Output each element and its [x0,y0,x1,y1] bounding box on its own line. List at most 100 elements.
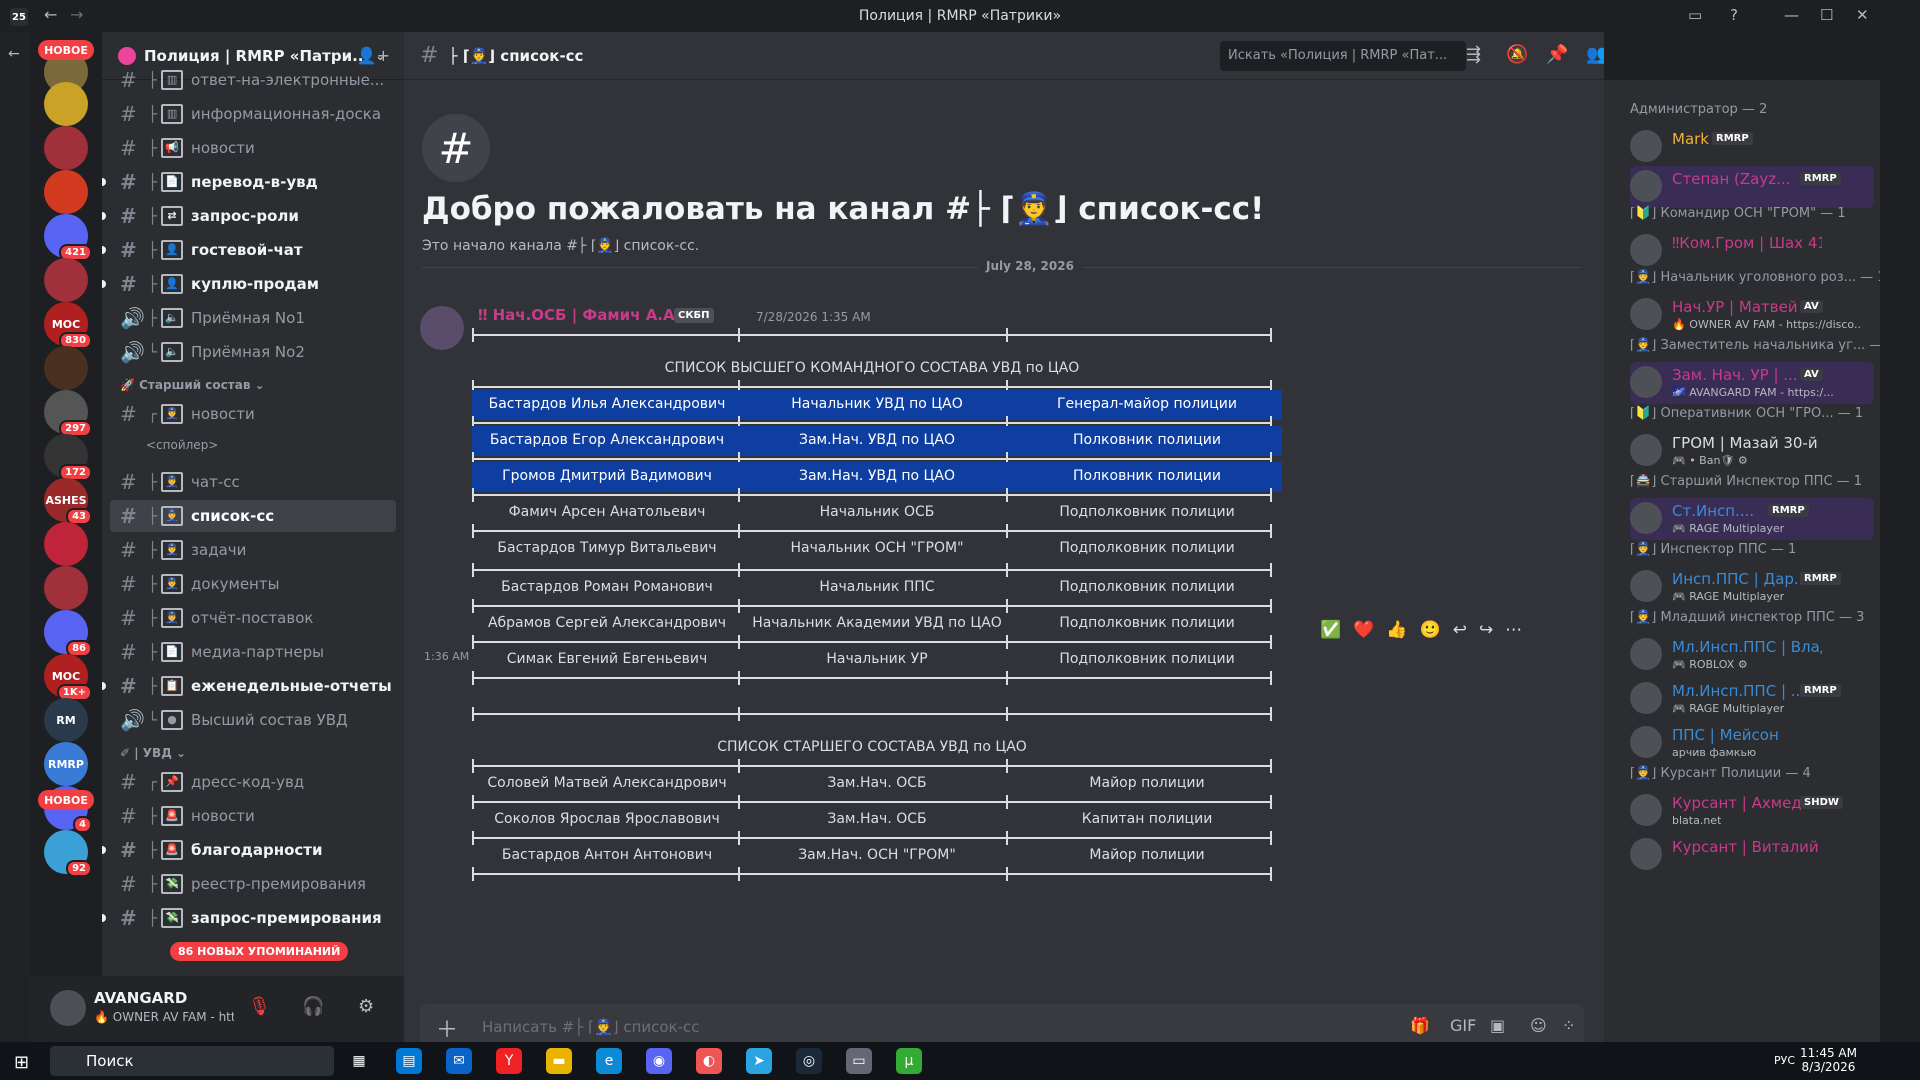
channel-дресс-код-увд[interactable]: # ┌ 📌 дресс-код-увд [110,766,396,798]
headphones-muted-icon[interactable]: 🎧 [302,996,324,1017]
channel-гостевой-чат[interactable]: # ├ 👤 гостевой-чат [102,234,396,266]
channel-документы[interactable]: # ├ 👮 документы [110,568,396,600]
server-icon[interactable] [44,346,88,390]
reaction-0-icon[interactable]: ✅ [1320,620,1341,640]
reaction-4-icon[interactable]: ↩ [1453,620,1467,640]
server-icon[interactable]: RM [44,698,88,742]
telegram-icon[interactable]: ➤ [746,1048,772,1074]
language-indicator[interactable]: РУС [1774,1054,1795,1067]
steam-icon[interactable]: ◎ [796,1048,822,1074]
outlook-icon[interactable]: ✉ [446,1048,472,1074]
reaction-6-icon[interactable]: ⋯ [1505,620,1522,640]
server-icon[interactable]: 297 [44,390,92,437]
avatar[interactable] [1630,838,1662,870]
avatar[interactable] [1630,638,1662,670]
member-item[interactable]: Курсант | Ахмед... blata.net SHDW [1630,790,1874,832]
yandex-icon[interactable]: Y [496,1048,522,1074]
channel-ответ-на-электронные...[interactable]: # ├ ▥ ответ-на-электронные... [110,64,396,96]
member-item[interactable]: ‼Ком.Гром | Шах 41-ый [1630,230,1874,272]
member-item[interactable]: Mark RMRP [1630,126,1874,168]
channel-реестр-премирования[interactable]: # ├ 💸 реестр-премирования [110,868,396,900]
avatar[interactable] [1630,366,1662,398]
threads-icon[interactable]: ⇶ [1466,44,1481,65]
pin-icon[interactable]: 📌 [1546,44,1568,65]
channel-перевод-в-увд[interactable]: # ├ 📄 перевод-в-увд [102,166,396,198]
channel-новости[interactable]: # ┌ 👮 новости [110,398,396,430]
plus-icon[interactable]: ＋ [436,1012,458,1042]
task-view-icon[interactable]: ▦ [346,1048,372,1074]
gift-icon[interactable]: 🎁 [1410,1016,1430,1035]
channel-задачи[interactable]: # ├ 👮 задачи [110,534,396,566]
server-icon[interactable]: RMRP [44,742,88,786]
avatar[interactable] [1630,682,1662,714]
avatar[interactable] [1630,726,1662,758]
avatar[interactable] [1630,298,1662,330]
message-avatar[interactable] [420,306,464,350]
avatar[interactable] [50,990,86,1026]
reaction-3-icon[interactable]: 🙂 [1420,620,1441,640]
folder-icon[interactable]: ▬ [546,1048,572,1074]
server-icon[interactable] [44,170,88,214]
mic-muted-icon[interactable]: 🎙 [248,996,271,1017]
store-icon[interactable]: ▤ [396,1048,422,1074]
avatar[interactable] [1630,234,1662,266]
reaction-2-icon[interactable]: 👍 [1386,620,1407,640]
avatar[interactable] [1630,130,1662,162]
member-item[interactable]: Инсп.ППС | Дар... 🎮 RAGE Multiplayer RMRP [1630,566,1874,608]
channel-Высший состав УВД[interactable]: 🔊 └ ● Высший состав УВД [110,704,396,736]
category-uvd[interactable]: ✐ | УВД ⌄ [120,746,186,760]
member-item[interactable]: Степан (Zayz... RMRP [1630,166,1874,208]
sticker-icon[interactable]: ▣ [1490,1016,1505,1035]
reaction-5-icon[interactable]: ↪ [1479,620,1493,640]
channel-еженедельные-отчеты[interactable]: # ├ 📋 еженедельные-отчеты [102,670,396,702]
channel-новости[interactable]: # ├ 🚨 новости [110,800,396,832]
member-item[interactable]: Мл.Инсп.ППС | Владими... 🎮 ROBLOX ⚙ [1630,634,1874,676]
windows-start-icon[interactable]: ⊞ [14,1052,29,1073]
server-icon[interactable]: MOC 1K+ [44,654,92,701]
category-senior[interactable]: 🚀 Старший состав ⌄ [120,378,265,392]
reaction-1-icon[interactable]: ❤️ [1353,620,1374,640]
apps-icon[interactable]: ⁘ [1562,1016,1575,1035]
maximize-icon[interactable]: ☐ [1820,6,1833,24]
member-item[interactable]: Ст.Инсп.... 🎮 RAGE Multiplayer RMRP [1630,498,1874,540]
server-icon[interactable]: 172 [44,434,92,481]
server-icon[interactable] [44,126,88,170]
channel-чат-сс[interactable]: # ├ 👮 чат-сс [110,466,396,498]
torrent-icon[interactable]: µ [896,1048,922,1074]
window-icon[interactable]: ▭ [846,1048,872,1074]
server-icon[interactable] [44,82,88,126]
new-badge[interactable]: НОВОЕ [38,790,94,810]
server-icon[interactable]: MOC 830 [44,302,92,349]
gear-icon[interactable]: ⚙ [358,996,374,1017]
avatar[interactable] [1630,434,1662,466]
discord-icon[interactable]: ◉ [646,1048,672,1074]
emoji-icon[interactable]: ☺ [1530,1016,1547,1035]
channel-медиа-партнеры[interactable]: # ├ 📄 медиа-партнеры [110,636,396,668]
server-icon[interactable]: 86 [44,610,92,657]
close-icon[interactable]: ✕ [1856,6,1869,24]
avatar[interactable] [1630,170,1662,202]
gif-icon[interactable]: GIF [1450,1016,1476,1035]
invite-icon[interactable]: 👤+ [357,46,390,65]
back-arrow-icon[interactable]: ← [8,46,20,62]
composer-input[interactable]: Написать #├ ⌈👮⌋ список-сс [482,1018,700,1036]
inbox-icon[interactable]: ▭ [1688,6,1702,24]
new-badge[interactable]: НОВОЕ [38,40,94,60]
channel-запрос-премирования[interactable]: # ├ 💸 запрос-премирования [102,902,396,934]
channel-куплю-продам[interactable]: # ├ 👤 куплю-продам [102,268,396,300]
channel-благодарности[interactable]: # ├ 🚨 благодарности [102,834,396,866]
channel-список-сс[interactable]: # ├ 👮 список-сс [110,500,396,532]
bell-muted-icon[interactable]: 🔕 [1506,44,1528,65]
avatar[interactable] [1630,502,1662,534]
message-author[interactable]: ‼ Нач.ОСБ | Фамич А.А. [478,306,680,324]
help-icon[interactable]: ? [1730,6,1738,24]
minimize-icon[interactable]: — [1784,6,1799,24]
taskbar-search[interactable]: Поиск [50,1046,334,1076]
member-list-icon[interactable]: 👥 [1586,44,1604,65]
edge-icon[interactable]: e [596,1048,622,1074]
server-icon[interactable]: 421 [44,214,92,261]
spoiler-text[interactable]: <спойлер> [146,438,218,452]
server-icon[interactable] [44,258,88,302]
server-icon[interactable] [44,566,88,610]
server-icon[interactable]: 92 [44,830,92,877]
